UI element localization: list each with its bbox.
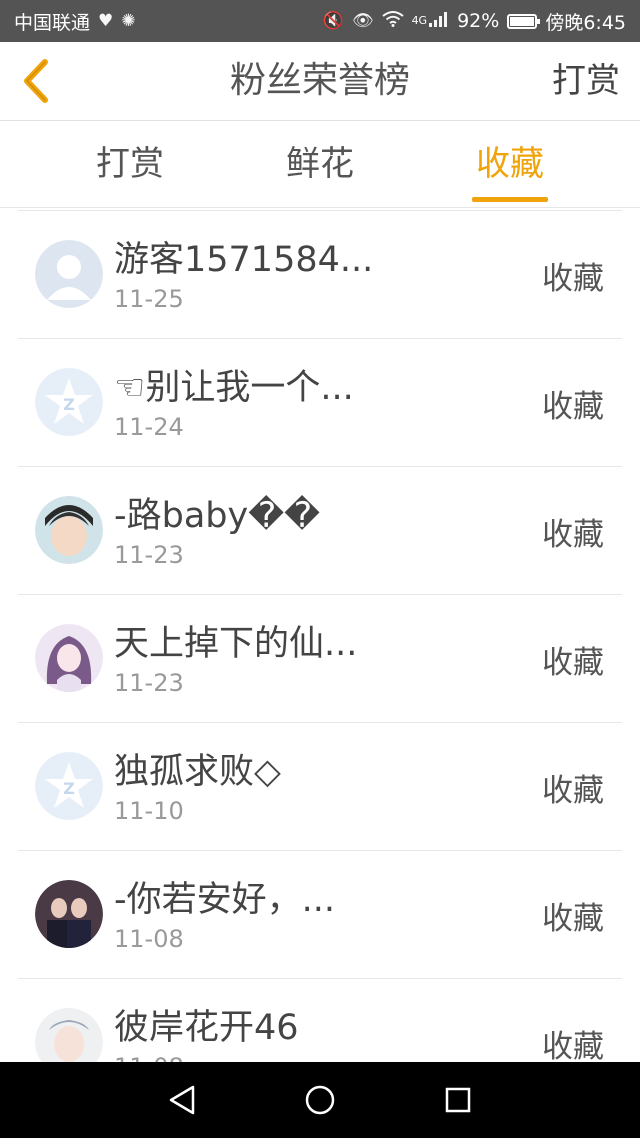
default-user-avatar (35, 240, 103, 308)
list-item[interactable]: Z ☜别让我一个... 11-24 收藏 (18, 339, 622, 467)
tab-favorites[interactable]: 收藏 (455, 121, 565, 207)
reward-button[interactable]: 打赏 (552, 42, 620, 120)
anime-avatar (35, 624, 103, 692)
circle-home-icon (305, 1085, 335, 1115)
signal-icon (429, 11, 449, 32)
fan-name: ☜别让我一个... (114, 368, 354, 408)
qzone-star-avatar: Z (35, 368, 103, 436)
tab-label: 收藏 (476, 144, 544, 184)
notification-icon: ✺ (121, 11, 136, 31)
list-item[interactable]: 天上掉下的仙... 11-23 收藏 (18, 595, 622, 723)
status-bar: 中国联通 ♥ ✺ 🔇 👁 4G 92% 傍晚6:45 (0, 0, 640, 42)
status-left: 中国联通 ♥ ✺ (14, 8, 136, 35)
list-item[interactable]: Z 独孤求败◇ 11-10 收藏 (18, 723, 622, 851)
chevron-left-icon (24, 59, 48, 103)
status-right: 🔇 👁 4G 92% 傍晚6:45 (323, 8, 626, 35)
tab-flowers[interactable]: 鲜花 (265, 121, 375, 207)
tab-bar: 打赏 鲜花 收藏 (0, 121, 640, 208)
wifi-icon (381, 10, 404, 32)
favorite-label: 收藏 (542, 389, 604, 425)
favorite-label: 收藏 (542, 517, 604, 553)
favorite-label: 收藏 (542, 645, 604, 681)
fan-name: -路baby�� (114, 496, 321, 536)
fan-date: 11-23 (114, 669, 184, 697)
nav-back-button[interactable] (157, 1075, 207, 1125)
svg-text:Z: Z (63, 395, 75, 414)
square-recents-icon (445, 1087, 471, 1113)
heart-icon: ♥ (98, 11, 114, 31)
eye-icon: 👁 (351, 11, 374, 31)
fan-list[interactable]: 游客1571584... 11-25 收藏 Z ☜别让我一个... 11-24 … (18, 210, 622, 1063)
list-item[interactable]: -路baby�� 11-23 收藏 (18, 467, 622, 595)
favorite-label: 收藏 (542, 261, 604, 297)
qzone-star-avatar: Z (35, 752, 103, 820)
nav-home-button[interactable] (295, 1075, 345, 1125)
photo-avatar (35, 1008, 103, 1063)
battery-icon (507, 13, 541, 29)
fan-name: 彼岸花开46 (114, 1008, 299, 1048)
nav-recents-button[interactable] (433, 1075, 483, 1125)
fan-name: 游客1571584... (114, 240, 374, 280)
fan-date: 11-10 (114, 797, 184, 825)
tab-reward[interactable]: 打赏 (75, 121, 185, 207)
favorite-label: 收藏 (542, 901, 604, 937)
battery-percent: 92% (457, 10, 500, 32)
photo-avatar (35, 496, 103, 564)
fan-name: -你若安好，... (114, 880, 336, 920)
fan-date: 11-23 (114, 541, 184, 569)
system-nav-bar (0, 1062, 640, 1138)
battery-level (510, 16, 535, 26)
fan-date: 11-25 (114, 285, 184, 313)
favorite-label: 收藏 (542, 773, 604, 809)
back-button[interactable] (16, 56, 56, 106)
tab-label: 鲜花 (286, 144, 354, 184)
mute-icon: 🔇 (322, 11, 344, 31)
active-tab-indicator (472, 197, 548, 202)
top-bar: 粉丝荣誉榜 打赏 (0, 42, 640, 121)
list-item[interactable]: 彼岸花开46 11-08 收藏 (18, 979, 622, 1063)
list-item[interactable]: -你若安好，... 11-08 收藏 (18, 851, 622, 979)
favorite-label: 收藏 (542, 1029, 604, 1063)
fan-name: 天上掉下的仙... (114, 624, 358, 664)
fan-date: 11-08 (114, 925, 184, 953)
list-item[interactable]: 游客1571584... 11-25 收藏 (18, 211, 622, 339)
network-type: 4G (411, 13, 428, 27)
fan-date: 11-24 (114, 413, 184, 441)
svg-text:Z: Z (63, 779, 75, 798)
page-title: 粉丝荣誉榜 (229, 60, 410, 101)
tab-label: 打赏 (96, 144, 164, 184)
triangle-back-icon (169, 1085, 195, 1115)
fan-name: 独孤求败◇ (114, 752, 281, 792)
clock: 傍晚6:45 (545, 11, 626, 34)
photo-avatar (35, 880, 103, 948)
carrier-label: 中国联通 (14, 11, 91, 34)
